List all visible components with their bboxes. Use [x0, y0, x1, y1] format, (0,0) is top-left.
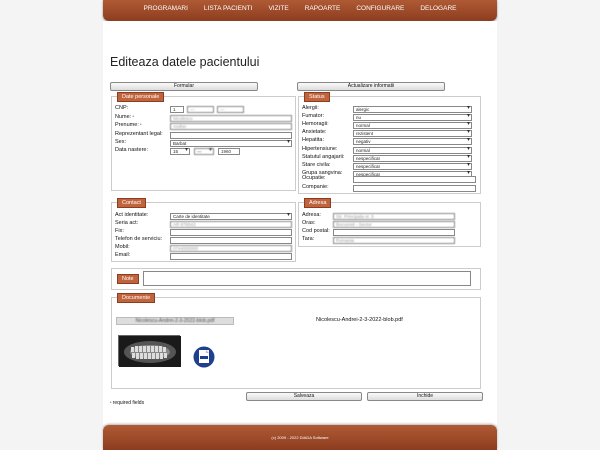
reprezentant-input[interactable]: [170, 132, 292, 139]
mobil-label: Mobil:: [115, 244, 130, 250]
cnp-input-3[interactable]: —: [217, 106, 244, 113]
status-label-4: Hepatita:: [302, 137, 325, 144]
cod-postal-input[interactable]: [333, 229, 455, 236]
document-file-1[interactable]: Nicolescu-Andrei-2-3-2022-blob.pdf: [116, 317, 234, 325]
mobil-input[interactable]: 0744000000: [170, 245, 292, 252]
sex-select[interactable]: Barbat: [170, 140, 292, 147]
status-select-1[interactable]: nu: [353, 114, 472, 122]
telefon-serviciu-label: Telefon de serviciu:: [115, 236, 163, 242]
status-select-4[interactable]: negativ: [353, 138, 472, 146]
formular-button[interactable]: Formular: [110, 82, 258, 91]
status-select-0[interactable]: alergic: [353, 106, 472, 113]
inchide-button[interactable]: Inchide: [367, 392, 483, 401]
xray-image[interactable]: [118, 335, 181, 367]
status-label-3: Anxietate:: [302, 129, 327, 136]
adresa-legend: Adresa: [304, 198, 332, 208]
salveaza-button[interactable]: Salveaza: [246, 392, 362, 401]
cod-postal-label: Cod postal:: [302, 228, 330, 234]
footer: (c) 2009 - 2022 DIADA Software: [103, 425, 497, 450]
dob-month-select[interactable]: —: [194, 148, 214, 155]
oras-label: Oras:: [302, 220, 316, 226]
cnp-label: CNP:: [115, 105, 129, 111]
data-nastere-label: Data nastere:: [115, 147, 149, 153]
status-label-7: Stare civila:: [302, 161, 331, 168]
cnp-input-1[interactable]: 1: [170, 106, 184, 113]
telefon-serviciu-input[interactable]: [170, 237, 292, 244]
nav-configurare[interactable]: CONFIGURARE: [348, 0, 412, 21]
email-input[interactable]: [170, 253, 292, 260]
email-label: Email:: [115, 252, 131, 258]
status-select-7[interactable]: nespecificat: [353, 162, 472, 170]
ocupatie-input[interactable]: [353, 176, 476, 183]
contact-legend: Contact: [117, 198, 146, 208]
status-label-0: Alergii:: [302, 105, 319, 111]
nume-input[interactable]: Nicolescu: [170, 115, 292, 122]
status-select-6[interactable]: nespecificat: [353, 154, 472, 162]
nav-lista-pacienti[interactable]: LISTA PACIENTI: [196, 0, 261, 21]
companie-input[interactable]: [353, 185, 476, 192]
dob-year-input[interactable]: 1960: [218, 148, 240, 155]
top-navigation: PROGRAMARI LISTA PACIENTI VIZITE RAPOART…: [103, 0, 497, 21]
status-label-1: Fumator:: [302, 113, 325, 120]
note-legend: Note: [117, 274, 139, 284]
actualizare-button[interactable]: Actualizare informatii: [297, 82, 445, 91]
document-file-2[interactable]: Nicolescu-Andrei-2-3-2022-blob.pdf: [316, 317, 403, 323]
nav-vizite[interactable]: VIZITE: [260, 0, 296, 21]
pdf-document-icon[interactable]: [193, 346, 215, 368]
nav-rapoarte[interactable]: RAPOARTE: [297, 0, 349, 21]
status-select-5[interactable]: normal: [353, 146, 472, 154]
page: PROGRAMARI LISTA PACIENTI VIZITE RAPOART…: [0, 0, 600, 450]
page-title: Editeaza datele pacientului: [110, 55, 260, 69]
status-select-2[interactable]: normal: [353, 122, 472, 130]
status-label-2: Hemoragii:: [302, 121, 329, 128]
tara-label: Tara:: [302, 236, 315, 242]
footer-copyright: (c) 2009 - 2022 DIADA Software: [271, 435, 329, 440]
fix-label: Fix:: [115, 228, 124, 234]
status-label-6: Statutul angajarii:: [302, 153, 345, 160]
seria-act-input[interactable]: AR 876543: [170, 221, 292, 228]
status-select-3[interactable]: rezistent: [353, 130, 472, 138]
prenume-label: Prenume: *: [115, 122, 142, 128]
documente-legend: Documente: [117, 293, 156, 303]
fix-input[interactable]: [170, 229, 292, 236]
oras-input[interactable]: Bucuresti - Sector: [333, 221, 455, 228]
status-label-5: Hipertensiune:: [302, 145, 338, 152]
act-identitate-select[interactable]: Carte de identitate: [170, 213, 292, 220]
tara-input[interactable]: Romania: [333, 237, 455, 244]
nav-delogare[interactable]: DELOGARE: [412, 0, 464, 21]
nav-programari[interactable]: PROGRAMARI: [136, 0, 196, 21]
companie-label: Companie:: [302, 184, 329, 190]
nume-label: Nume: *: [115, 114, 134, 120]
sex-label: Sex:: [115, 139, 127, 145]
personal-legend: Date personale: [117, 92, 165, 102]
seria-act-label: Seria act:: [115, 220, 139, 226]
dob-day-select[interactable]: 15: [170, 148, 190, 155]
required-note: * required fields: [110, 400, 145, 406]
ocupatie-label: Ocupatie:: [302, 175, 326, 181]
reprezentant-label: Reprezentant legal:: [115, 131, 163, 137]
adresa-label: Adresa:: [302, 212, 321, 218]
adresa-input[interactable]: Str. Principala nr. 5: [333, 213, 455, 220]
note-textarea[interactable]: [143, 271, 471, 286]
cnp-input-2[interactable]: —: [187, 106, 214, 113]
prenume-input[interactable]: Andrei: [170, 123, 292, 130]
act-identitate-label: Act identitate:: [115, 212, 149, 218]
status-legend: Status: [304, 92, 330, 102]
